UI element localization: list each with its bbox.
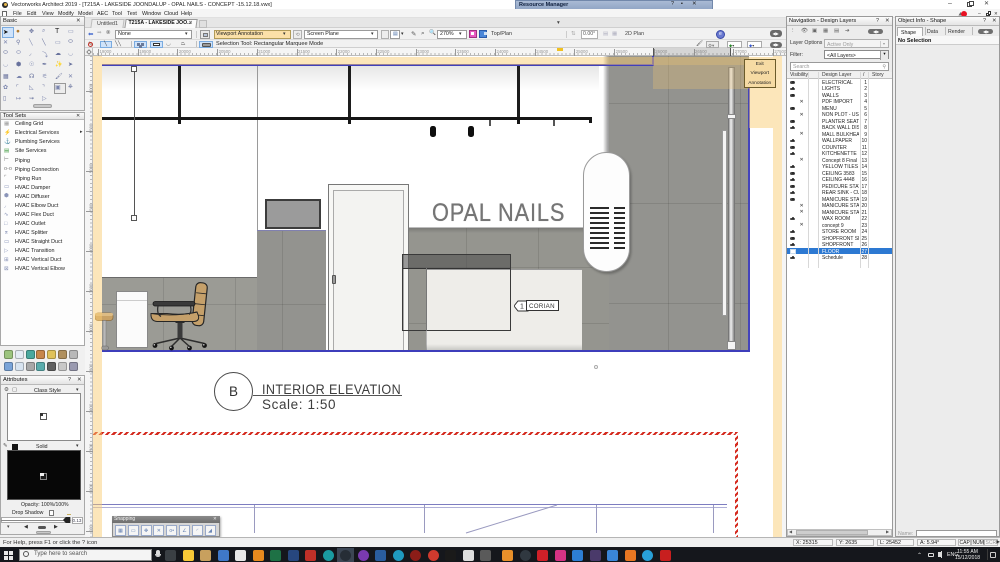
svg-text:1: 1 bbox=[520, 304, 524, 311]
